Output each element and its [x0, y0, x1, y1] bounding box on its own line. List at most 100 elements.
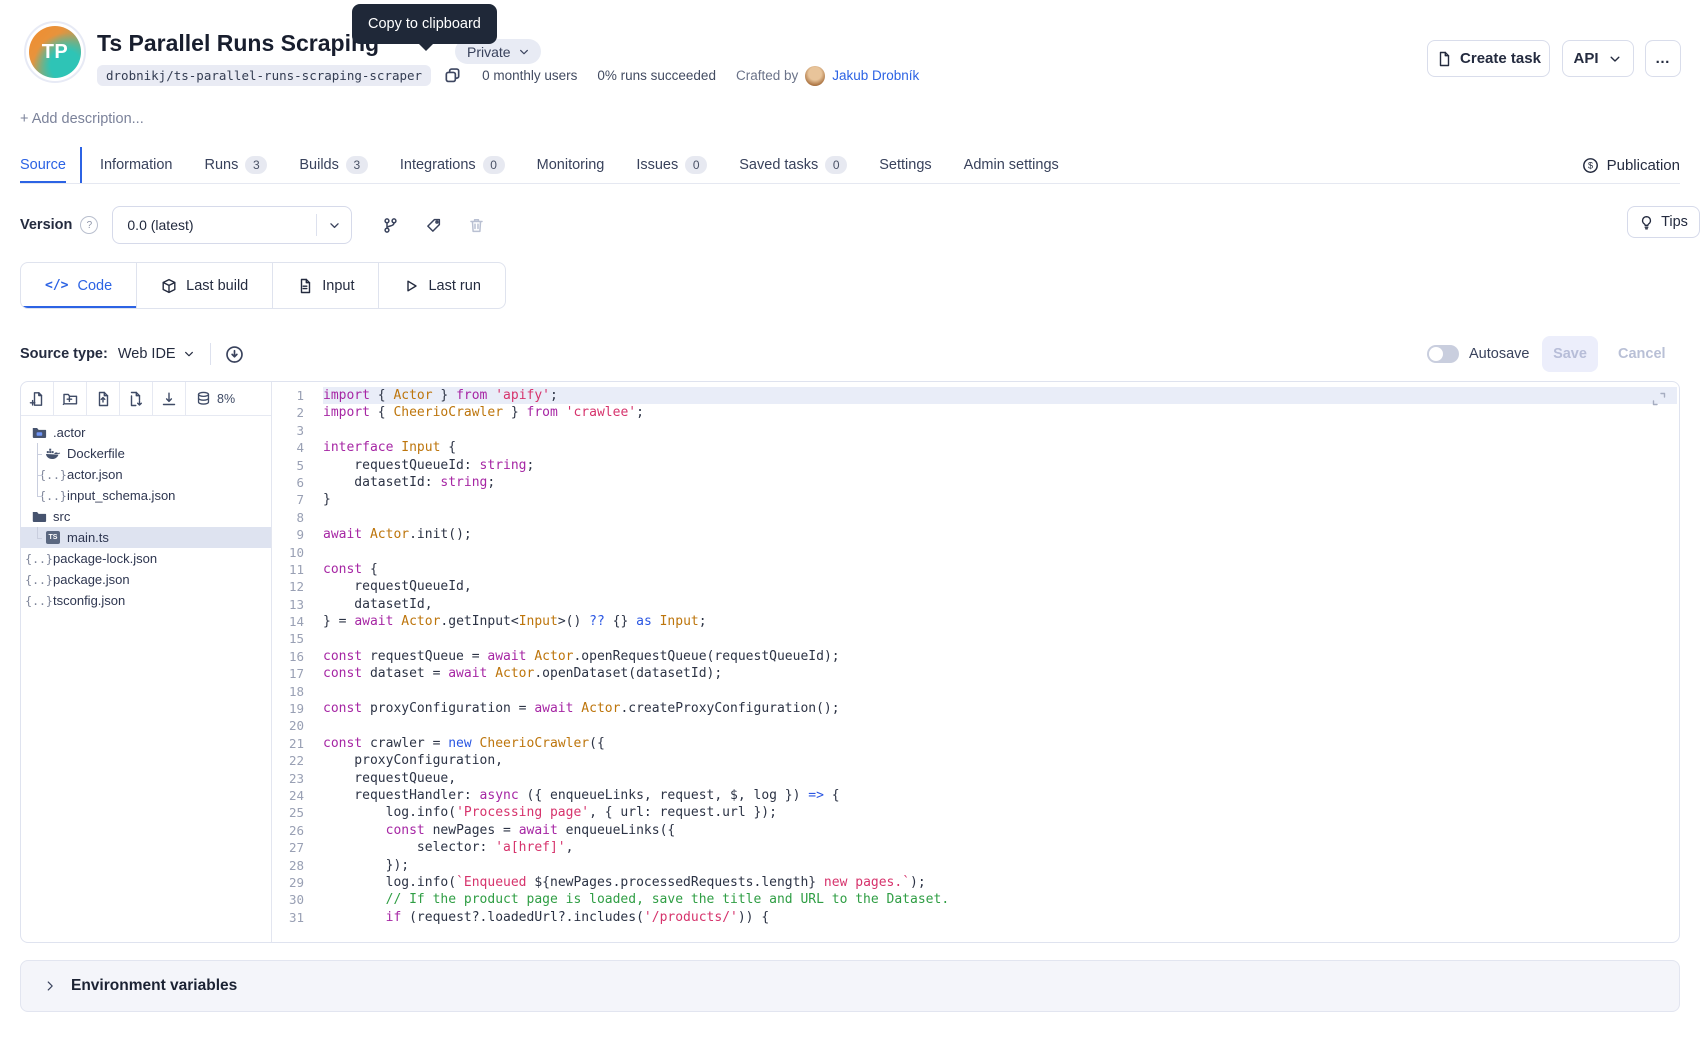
- code-line-18: [323, 683, 1677, 700]
- download-source-icon[interactable]: [225, 345, 244, 364]
- tab-integrations[interactable]: Integrations0: [400, 147, 505, 183]
- code-line-1: import { Actor } from 'apify';: [323, 387, 1677, 404]
- page-title: Ts Parallel Runs Scraping: [97, 30, 379, 57]
- file-input-schema-json[interactable]: {..} input_schema.json: [21, 485, 271, 506]
- subtab-code[interactable]: </>Code: [21, 263, 137, 308]
- play-icon: [403, 278, 419, 294]
- tag-icon[interactable]: [425, 217, 442, 234]
- file-actor-json[interactable]: {..}actor.json: [21, 464, 271, 485]
- source-type-row: Source type: Web IDE Autosave Save Cance…: [20, 336, 1680, 372]
- file-toolbar: 8%: [21, 382, 271, 416]
- code-content[interactable]: import { Actor } from 'apify';import { C…: [323, 387, 1677, 926]
- tab-issues[interactable]: Issues0: [636, 147, 707, 183]
- add-description-link[interactable]: + Add description...: [20, 111, 144, 127]
- tab-badge: 0: [685, 156, 707, 174]
- chevron-down-icon: [327, 218, 342, 233]
- file-icon: [1436, 51, 1452, 67]
- code-line-3: [323, 422, 1677, 439]
- tab-saved-tasks[interactable]: Saved tasks0: [739, 147, 847, 183]
- main-tabs: Source Information Runs3 Builds3 Integration…: [20, 147, 1680, 184]
- tab-information[interactable]: Information: [100, 147, 173, 183]
- save-button[interactable]: Save: [1542, 336, 1598, 372]
- code-line-7: }: [323, 491, 1677, 508]
- subtab-last-run[interactable]: Last run: [379, 263, 504, 308]
- chevron-down-icon: [182, 347, 196, 361]
- author-link[interactable]: Jakub Drobník: [832, 68, 919, 83]
- code-line-22: proxyConfiguration,: [323, 752, 1677, 769]
- file-src[interactable]: src: [21, 506, 271, 527]
- tips-button[interactable]: Tips: [1627, 206, 1700, 238]
- trash-icon[interactable]: [468, 217, 485, 234]
- editor-subtabs: </>Code Last build Input Last run: [20, 262, 506, 309]
- tab-runs[interactable]: Runs3: [205, 147, 268, 183]
- subtab-label: Code: [77, 278, 112, 294]
- active-tab-caret: [80, 147, 82, 183]
- subtab-label: Last run: [428, 278, 480, 294]
- help-icon[interactable]: ?: [80, 216, 98, 234]
- new-folder-icon[interactable]: [54, 382, 87, 415]
- expand-editor-icon[interactable]: [1651, 391, 1667, 407]
- file-name: input_schema.json: [67, 488, 175, 503]
- tab-source[interactable]: Source: [20, 147, 66, 183]
- api-button[interactable]: API: [1562, 40, 1634, 77]
- chevron-down-icon: [1607, 51, 1623, 67]
- source-type-label: Source type:: [20, 346, 108, 362]
- file-dockerfile[interactable]: Dockerfile: [21, 443, 271, 464]
- json-braces-icon: {..}: [31, 593, 47, 609]
- code-line-31: if (request?.loadedUrl?.includes('/produ…: [323, 909, 1677, 926]
- json-braces-icon: {..}: [45, 488, 61, 504]
- tab-label: Admin settings: [964, 157, 1059, 173]
- subtab-input[interactable]: Input: [273, 263, 379, 308]
- tab-builds[interactable]: Builds3: [299, 147, 368, 183]
- tab-admin-settings[interactable]: Admin settings: [964, 147, 1059, 183]
- tab-label: Runs: [205, 157, 239, 173]
- new-file-icon[interactable]: [21, 382, 54, 415]
- file-package-json[interactable]: {..}package.json: [21, 569, 271, 590]
- docker-icon: [45, 446, 61, 462]
- import-file-icon[interactable]: [120, 382, 153, 415]
- create-task-button[interactable]: Create task: [1427, 40, 1550, 77]
- tab-monitoring[interactable]: Monitoring: [537, 147, 605, 183]
- tab-label: Monitoring: [537, 157, 605, 173]
- actor-full-name[interactable]: drobnikj/ts-parallel-runs-scraping-scrap…: [97, 65, 431, 86]
- copy-icon[interactable]: [443, 66, 462, 85]
- file-package-lock-json[interactable]: {..}package-lock.json: [21, 548, 271, 569]
- more-actions-button[interactable]: …: [1645, 40, 1681, 77]
- code-line-13: datasetId,: [323, 596, 1677, 613]
- code-line-9: await Actor.init();: [323, 526, 1677, 543]
- cancel-button[interactable]: Cancel: [1618, 346, 1666, 362]
- autosave-toggle[interactable]: [1427, 345, 1459, 363]
- author-avatar: [805, 66, 825, 86]
- file-name: actor.json: [67, 467, 123, 482]
- tab-badge: 0: [825, 156, 847, 174]
- tree-connector: [31, 464, 45, 485]
- code-line-27: selector: 'a[href]',: [323, 839, 1677, 856]
- tab-publication[interactable]: $ Publication: [1582, 147, 1680, 183]
- file-actor[interactable]: .actor: [21, 422, 271, 443]
- subtab-label: Last build: [186, 278, 248, 294]
- tab-badge: 0: [483, 156, 505, 174]
- storage-usage[interactable]: 8%: [186, 382, 271, 415]
- file-tsconfig-json[interactable]: {..}tsconfig.json: [21, 590, 271, 611]
- tree-connector: [31, 443, 45, 464]
- json-braces-icon: {..}: [31, 551, 47, 567]
- avatar-initials: TP: [42, 41, 69, 64]
- tooltip-arrow: [418, 43, 434, 51]
- file-tree-panel: 8% .actorDockerfile{..}actor.json{..}inp…: [21, 382, 272, 942]
- code-line-17: const dataset = await Actor.openDataset(…: [323, 665, 1677, 682]
- database-icon: [196, 391, 211, 406]
- git-branch-icon[interactable]: [382, 217, 399, 234]
- environment-variables-panel[interactable]: Environment variables: [20, 960, 1680, 1012]
- file-main-ts[interactable]: TSmain.ts: [21, 527, 271, 548]
- stat-runs-succeeded: 0% runs succeeded: [597, 68, 716, 83]
- actor-avatar: TP: [24, 21, 86, 83]
- subtab-last-build[interactable]: Last build: [137, 263, 273, 308]
- version-select[interactable]: 0.0 (latest): [112, 206, 352, 244]
- copy-tooltip: Copy to clipboard: [352, 4, 497, 44]
- tab-settings[interactable]: Settings: [879, 147, 931, 183]
- download-icon[interactable]: [153, 382, 186, 415]
- code-line-16: const requestQueue = await Actor.openReq…: [323, 648, 1677, 665]
- upload-file-icon[interactable]: [87, 382, 120, 415]
- source-type-dropdown[interactable]: Web IDE: [118, 346, 196, 362]
- crafted-by-label: Crafted by: [736, 68, 798, 83]
